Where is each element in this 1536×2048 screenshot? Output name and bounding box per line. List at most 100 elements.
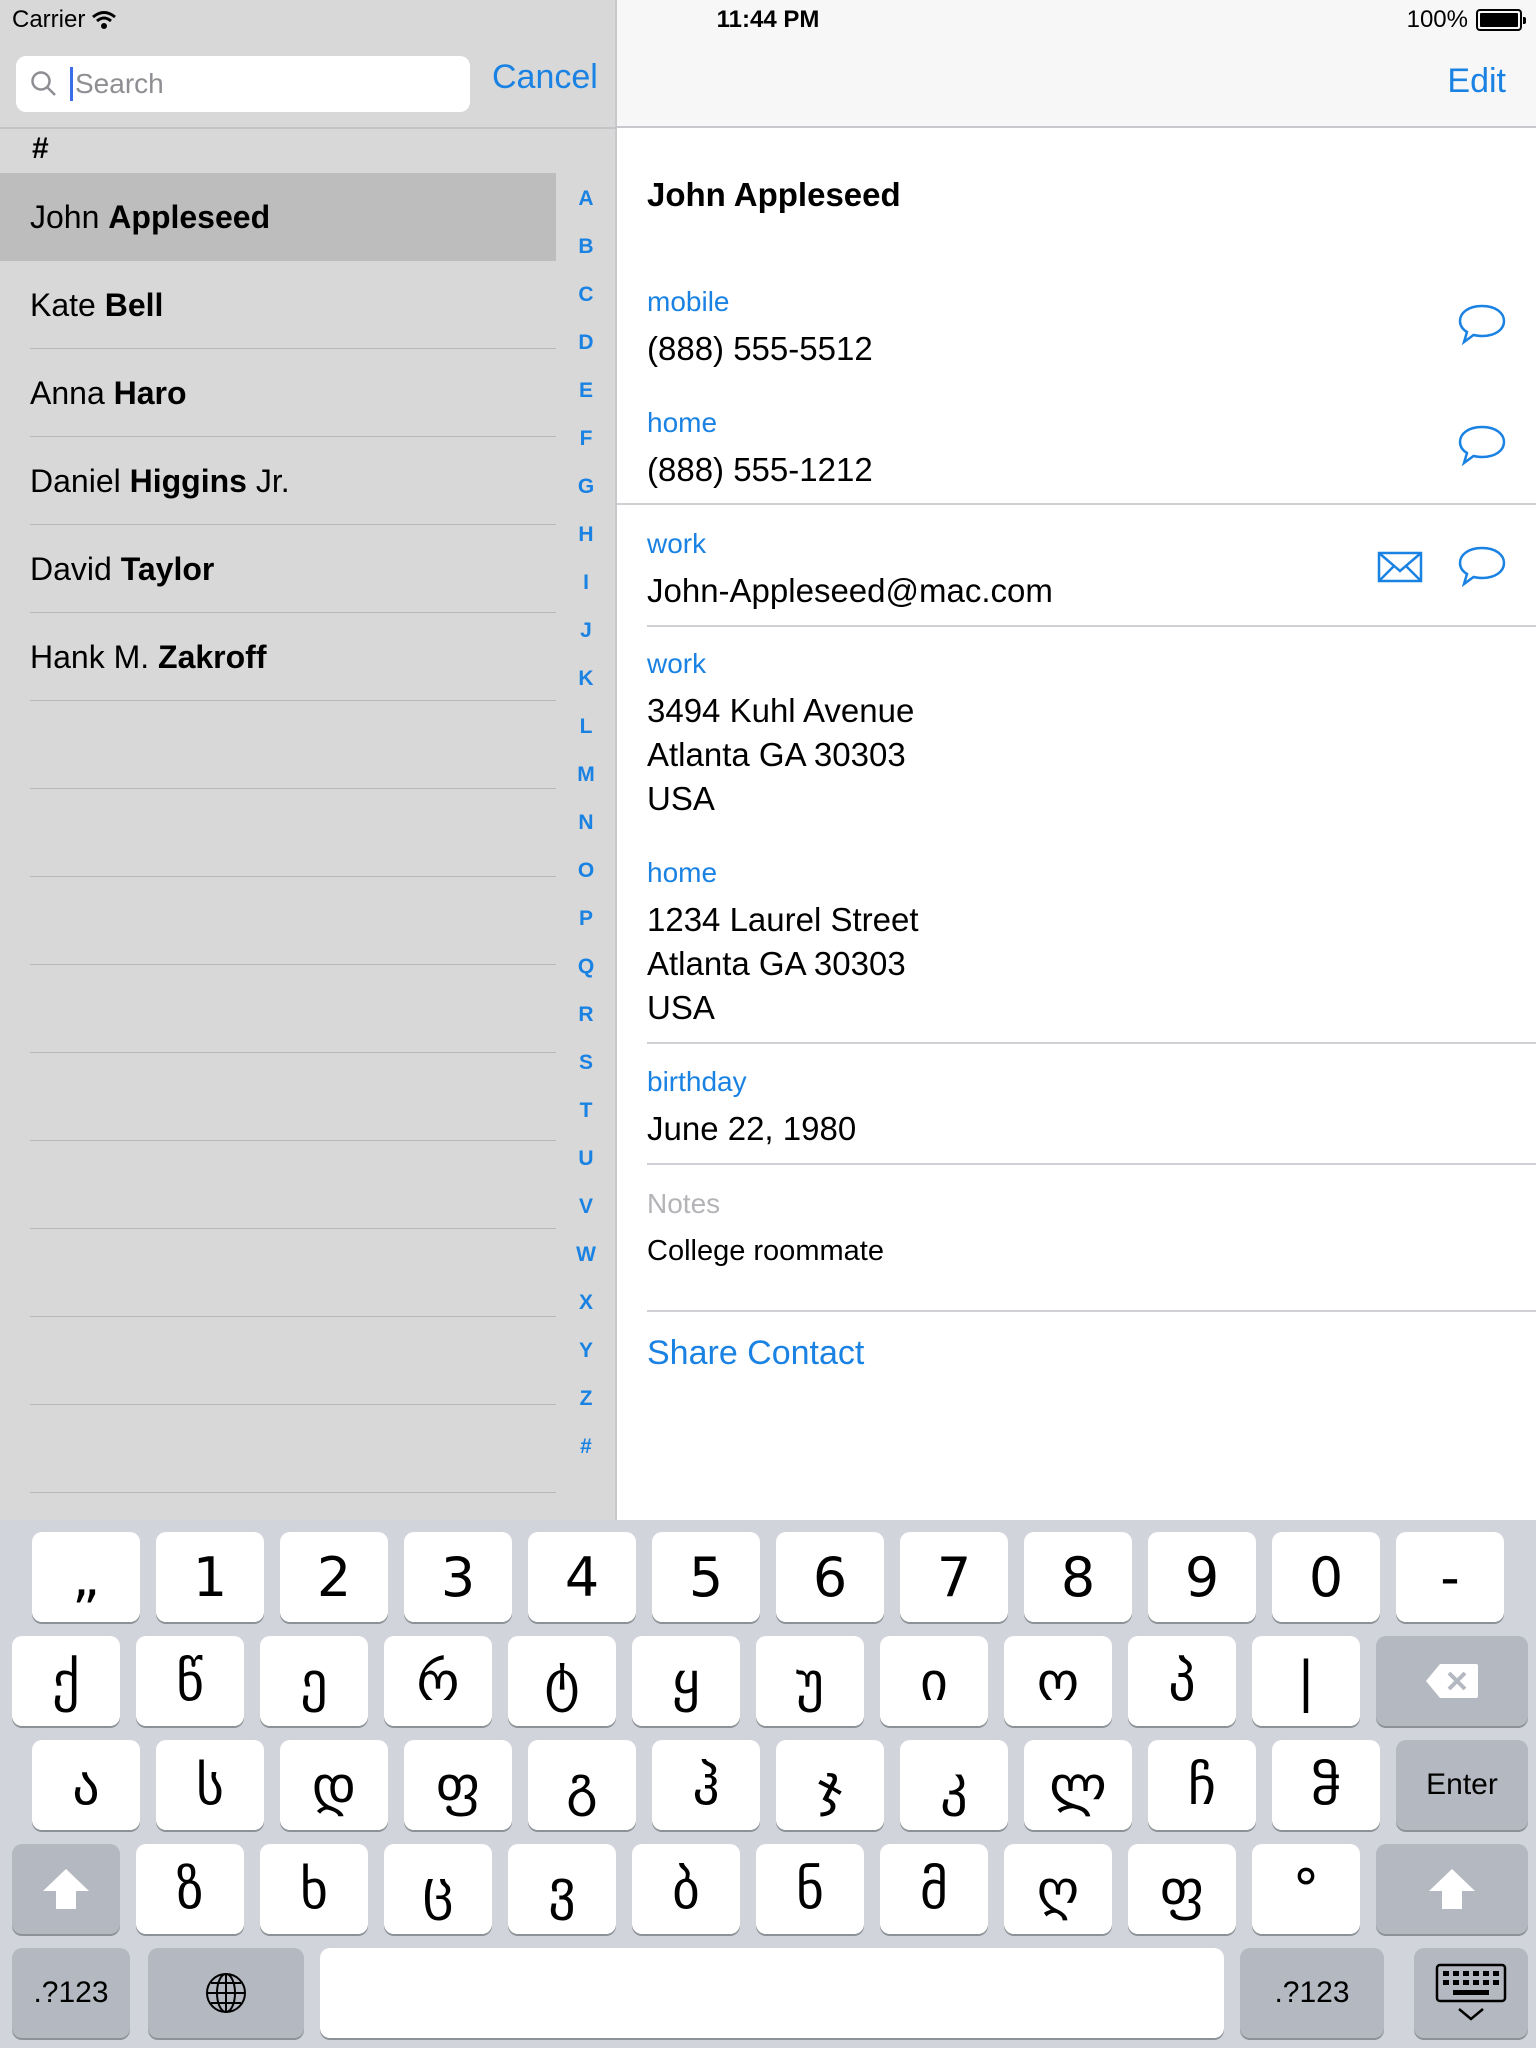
key-6[interactable]: 6 — [776, 1532, 884, 1622]
notes-value[interactable]: College roommate — [647, 1229, 884, 1273]
backspace-button[interactable] — [1376, 1636, 1528, 1726]
index-letter[interactable]: Y — [566, 1337, 606, 1385]
key-georgian[interactable]: წ — [136, 1636, 244, 1726]
shift-right-button[interactable] — [1376, 1844, 1528, 1934]
key-hyphen[interactable]: - — [1396, 1532, 1504, 1622]
numbers-left-button[interactable]: .?123 — [12, 1948, 130, 2038]
key-georgian[interactable]: გ — [528, 1740, 636, 1830]
key-3[interactable]: 3 — [404, 1532, 512, 1622]
index-letter[interactable]: P — [566, 905, 606, 953]
home-address-line1[interactable]: 1234 Laurel Street — [647, 898, 919, 942]
key-georgian[interactable]: ც — [384, 1844, 492, 1934]
key-georgian[interactable]: ჩ — [1148, 1740, 1256, 1830]
contact-row-kate-bell[interactable]: Kate Bell — [0, 261, 556, 349]
index-letter[interactable]: M — [566, 761, 606, 809]
key-georgian[interactable]: ს — [156, 1740, 264, 1830]
index-letter[interactable]: B — [566, 233, 606, 281]
email-value[interactable]: John-Appleseed@mac.com — [647, 569, 1053, 613]
index-letter[interactable]: V — [566, 1193, 606, 1241]
key-georgian[interactable]: ვ — [508, 1844, 616, 1934]
home-phone-value[interactable]: (888) 555-1212 — [647, 448, 873, 492]
numbers-right-button[interactable]: .?123 — [1240, 1948, 1384, 2038]
key-georgian[interactable]: ლ — [1024, 1740, 1132, 1830]
keyboard-dismiss-button[interactable] — [1414, 1948, 1528, 2038]
index-letter[interactable]: T — [566, 1097, 606, 1145]
key-georgian[interactable]: ჰ — [652, 1740, 760, 1830]
space-bar[interactable] — [320, 1948, 1224, 2038]
key-quote[interactable]: „ — [32, 1532, 140, 1622]
key-georgian[interactable]: ხ — [260, 1844, 368, 1934]
index-letter[interactable]: U — [566, 1145, 606, 1193]
index-letter[interactable]: E — [566, 377, 606, 425]
edit-button[interactable]: Edit — [1447, 62, 1506, 101]
key-georgian[interactable]: ფ — [404, 1740, 512, 1830]
key-1[interactable]: 1 — [156, 1532, 264, 1622]
index-letter[interactable]: I — [566, 569, 606, 617]
enter-button[interactable]: Enter — [1396, 1740, 1528, 1830]
key-2[interactable]: 2 — [280, 1532, 388, 1622]
key-9[interactable]: 9 — [1148, 1532, 1256, 1622]
index-letter[interactable]: J — [566, 617, 606, 665]
key-georgian[interactable]: ზ — [136, 1844, 244, 1934]
index-letter[interactable]: L — [566, 713, 606, 761]
message-icon[interactable] — [1456, 300, 1508, 348]
home-address-line2[interactable]: Atlanta GA 30303 — [647, 942, 906, 986]
message-icon[interactable] — [1456, 421, 1508, 469]
index-letter[interactable]: G — [566, 473, 606, 521]
index-letter[interactable]: F — [566, 425, 606, 473]
home-address-line3[interactable]: USA — [647, 986, 715, 1030]
share-contact-button[interactable]: Share Contact — [647, 1334, 864, 1373]
key-georgian[interactable]: რ — [384, 1636, 492, 1726]
contact-row-anna-haro[interactable]: Anna Haro — [0, 349, 556, 437]
key-7[interactable]: 7 — [900, 1532, 1008, 1622]
index-letter[interactable]: C — [566, 281, 606, 329]
key-georgian[interactable]: ე — [260, 1636, 368, 1726]
key-georgian[interactable]: ჵ — [1272, 1740, 1380, 1830]
index-letter[interactable]: R — [566, 1001, 606, 1049]
mail-icon[interactable] — [1374, 542, 1426, 590]
work-address-line3[interactable]: USA — [647, 777, 715, 821]
key-georgian[interactable]: კ — [900, 1740, 1008, 1830]
index-letter[interactable]: D — [566, 329, 606, 377]
key-4[interactable]: 4 — [528, 1532, 636, 1622]
key-5[interactable]: 5 — [652, 1532, 760, 1622]
key-georgian[interactable]: დ — [280, 1740, 388, 1830]
index-letter[interactable]: A — [566, 185, 606, 233]
key-georgian[interactable]: ქ — [12, 1636, 120, 1726]
key-georgian[interactable]: პ — [1128, 1636, 1236, 1726]
key-georgian[interactable]: ნ — [756, 1844, 864, 1934]
index-letter[interactable]: Q — [566, 953, 606, 1001]
key-pipe[interactable]: | — [1252, 1636, 1360, 1726]
key-0[interactable]: 0 — [1272, 1532, 1380, 1622]
shift-left-button[interactable] — [12, 1844, 120, 1934]
key-georgian[interactable]: ფ — [1128, 1844, 1236, 1934]
key-georgian[interactable]: მ — [880, 1844, 988, 1934]
section-index[interactable]: A B C D E F G H I J K L M N O P Q R S T U V W X Y Z # — [566, 185, 606, 1481]
work-address-line1[interactable]: 3494 Kuhl Avenue — [647, 689, 914, 733]
message-icon[interactable] — [1456, 542, 1508, 590]
key-georgian[interactable]: ო — [1004, 1636, 1112, 1726]
contact-row-john-appleseed[interactable]: John Appleseed — [0, 173, 556, 261]
key-georgian[interactable]: ყ — [632, 1636, 740, 1726]
contact-row-david-taylor[interactable]: David Taylor — [0, 525, 556, 613]
cancel-button[interactable]: Cancel — [492, 58, 598, 97]
index-letter[interactable]: S — [566, 1049, 606, 1097]
key-georgian[interactable]: ტ — [508, 1636, 616, 1726]
contact-row-daniel-higgins[interactable]: Daniel Higgins Jr. — [0, 437, 556, 525]
index-letter[interactable]: # — [566, 1433, 606, 1481]
key-georgian[interactable]: ღ — [1004, 1844, 1112, 1934]
key-degree[interactable]: ° — [1252, 1844, 1360, 1934]
key-georgian[interactable]: ა — [32, 1740, 140, 1830]
contact-row-hank-zakroff[interactable]: Hank M. Zakroff — [0, 613, 556, 701]
index-letter[interactable]: W — [566, 1241, 606, 1289]
key-georgian[interactable]: ი — [880, 1636, 988, 1726]
key-georgian[interactable]: ჯ — [776, 1740, 884, 1830]
index-letter[interactable]: O — [566, 857, 606, 905]
search-input[interactable]: Search — [16, 56, 470, 112]
index-letter[interactable]: X — [566, 1289, 606, 1337]
key-8[interactable]: 8 — [1024, 1532, 1132, 1622]
work-address-line2[interactable]: Atlanta GA 30303 — [647, 733, 906, 777]
index-letter[interactable]: N — [566, 809, 606, 857]
key-georgian[interactable]: ბ — [632, 1844, 740, 1934]
mobile-value[interactable]: (888) 555-5512 — [647, 327, 873, 371]
